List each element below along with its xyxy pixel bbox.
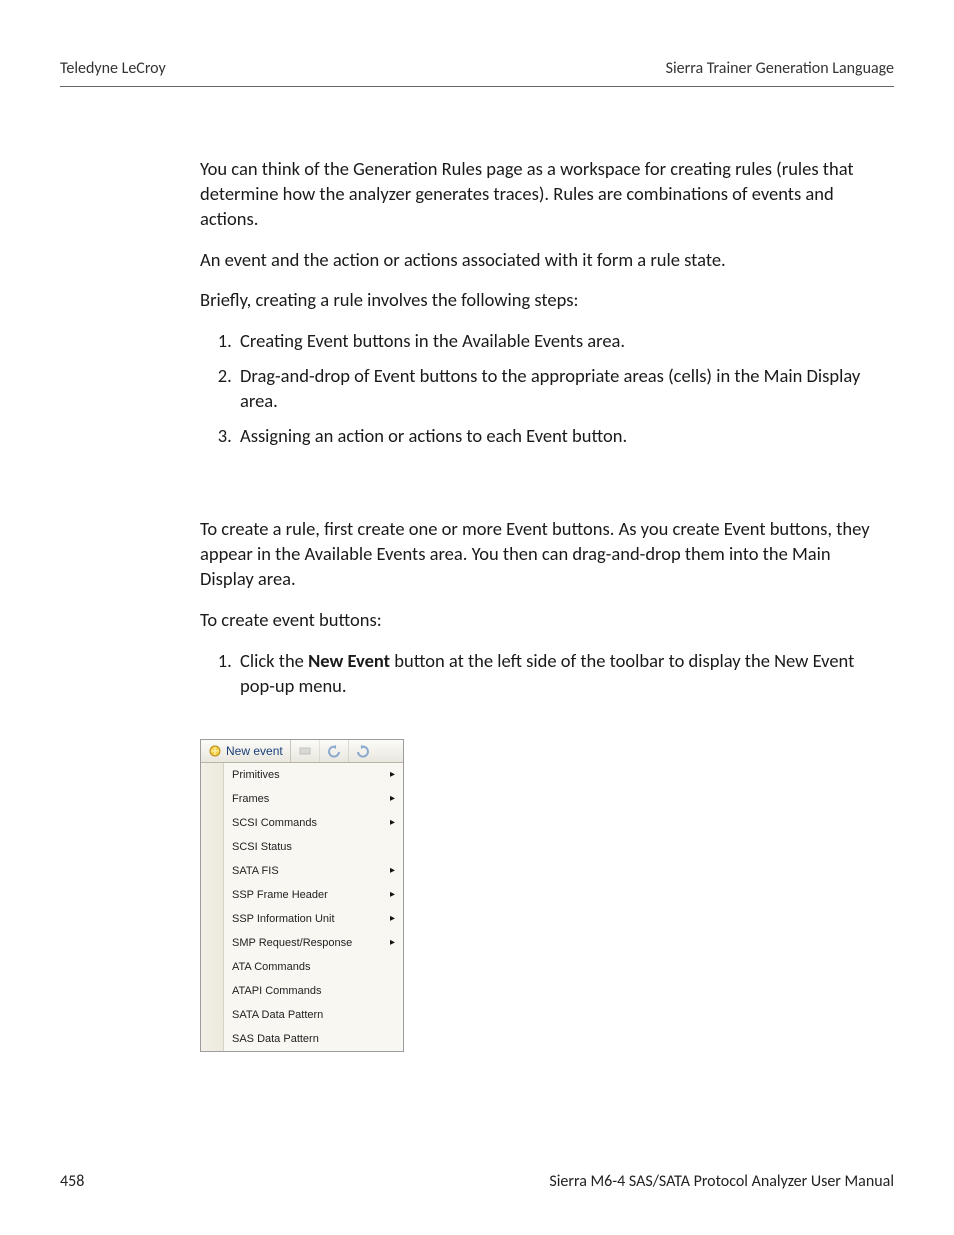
submenu-arrow-icon: ▸ — [390, 936, 395, 950]
step-text-pre: Click the — [240, 649, 308, 672]
menu-item-label: SAS Data Pattern — [232, 1032, 319, 1047]
body-content: You can think of the Generation Rules pa… — [60, 157, 894, 1053]
steps-list-1: Creating Event buttons in the Available … — [200, 329, 884, 449]
submenu-arrow-icon: ▸ — [390, 768, 395, 782]
page-number: 458 — [60, 1171, 84, 1193]
menu-item-atapi-commands[interactable]: ATAPI Commands — [224, 979, 403, 1003]
new-event-button[interactable]: New event — [201, 740, 291, 762]
submenu-arrow-icon: ▸ — [390, 816, 395, 830]
paragraph: An event and the action or actions assoc… — [200, 248, 884, 273]
menu-item-ssp-info-unit[interactable]: SSP Information Unit ▸ — [224, 907, 403, 931]
document-page: Teledyne LeCroy Sierra Trainer Generatio… — [0, 0, 954, 1235]
step-text-bold: New Event — [308, 649, 390, 672]
manual-title: Sierra M6-4 SAS/SATA Protocol Analyzer U… — [549, 1171, 894, 1193]
menu-item-scsi-status[interactable]: SCSI Status — [224, 835, 403, 859]
menu-item-smp-request-response[interactable]: SMP Request/Response ▸ — [224, 931, 403, 955]
submenu-arrow-icon: ▸ — [390, 792, 395, 806]
menu-item-scsi-commands[interactable]: SCSI Commands ▸ — [224, 811, 403, 835]
redo-icon — [356, 744, 370, 758]
popup-toolbar: New event — [201, 740, 403, 763]
menu-item-primitives[interactable]: Primitives ▸ — [224, 763, 403, 787]
page-footer: 458 Sierra M6-4 SAS/SATA Protocol Analyz… — [60, 1171, 894, 1193]
menu-item-label: SMP Request/Response — [232, 936, 352, 951]
menu-items: Primitives ▸ Frames ▸ SCSI Commands ▸ SC… — [224, 763, 403, 1051]
new-event-label: New event — [226, 743, 283, 759]
menu-item-label: Primitives — [232, 768, 280, 783]
header-right: Sierra Trainer Generation Language — [666, 58, 894, 80]
page-header: Teledyne LeCroy Sierra Trainer Generatio… — [60, 58, 894, 80]
undo-button[interactable] — [320, 740, 349, 762]
menu-item-label: SATA Data Pattern — [232, 1008, 323, 1023]
menu-item-label: SATA FIS — [232, 864, 279, 879]
header-rule — [60, 86, 894, 87]
header-left: Teledyne LeCroy — [60, 58, 166, 80]
paragraph: To create event buttons: — [200, 608, 884, 633]
undo-icon — [327, 744, 341, 758]
menu-item-label: SSP Information Unit — [232, 912, 335, 927]
menu-item-label: SCSI Status — [232, 840, 292, 855]
menu-item-sata-fis[interactable]: SATA FIS ▸ — [224, 859, 403, 883]
list-item: Click the New Event button at the left s… — [236, 649, 884, 699]
menu-icon-column — [201, 763, 224, 1051]
menu-item-label: ATA Commands — [232, 960, 310, 975]
steps-list-2: Click the New Event button at the left s… — [200, 649, 884, 699]
new-event-icon — [208, 744, 222, 758]
submenu-arrow-icon: ▸ — [390, 864, 395, 878]
menu-item-sata-data-pattern[interactable]: SATA Data Pattern — [224, 1003, 403, 1027]
menu-item-frames[interactable]: Frames ▸ — [224, 787, 403, 811]
menu-item-ssp-frame-header[interactable]: SSP Frame Header ▸ — [224, 883, 403, 907]
new-event-popup: New event — [200, 739, 404, 1052]
menu-item-label: ATAPI Commands — [232, 984, 321, 999]
paragraph: Briefly, creating a rule involves the fo… — [200, 288, 884, 313]
toolbar-button-disabled[interactable] — [291, 740, 320, 762]
submenu-arrow-icon: ▸ — [390, 888, 395, 902]
menu-item-label: Frames — [232, 792, 269, 807]
redo-button[interactable] — [349, 740, 377, 762]
submenu-arrow-icon: ▸ — [390, 912, 395, 926]
menu-item-label: SCSI Commands — [232, 816, 317, 831]
menu-item-sas-data-pattern[interactable]: SAS Data Pattern — [224, 1027, 403, 1051]
paragraph: To create a rule, first create one or mo… — [200, 517, 884, 592]
popup-menu: Primitives ▸ Frames ▸ SCSI Commands ▸ SC… — [201, 763, 403, 1051]
menu-item-ata-commands[interactable]: ATA Commands — [224, 955, 403, 979]
list-item: Drag-and-drop of Event buttons to the ap… — [236, 364, 884, 414]
paragraph: You can think of the Generation Rules pa… — [200, 157, 884, 232]
list-item: Assigning an action or actions to each E… — [236, 424, 884, 449]
list-item: Creating Event buttons in the Available … — [236, 329, 884, 354]
menu-item-label: SSP Frame Header — [232, 888, 328, 903]
tool-icon — [298, 744, 312, 758]
